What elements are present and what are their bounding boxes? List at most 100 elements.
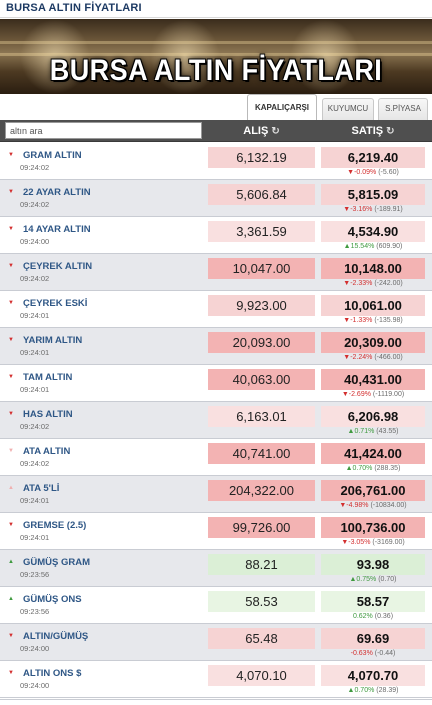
alis-price: 58.53 xyxy=(208,591,315,612)
table-row[interactable]: ▼ YARIM ALTIN 09:24:01 20,093.00 20,309.00 ▼-… xyxy=(0,328,432,365)
table-row[interactable]: ▼ ÇEYREK ALTIN 09:24:02 10,047.00 10,148.00 ▼… xyxy=(0,254,432,291)
change-info: ▲0.75% (0.70) xyxy=(321,575,425,584)
tab-serbest-piyasa[interactable]: S.PİYASA xyxy=(378,98,428,120)
alis-column-label: ALIŞ xyxy=(243,125,269,137)
change-percent: 0.70% xyxy=(354,687,375,694)
satis-price: 206,761.00 xyxy=(321,480,425,501)
change-percent: -2.69% xyxy=(348,391,371,398)
banner-shelf xyxy=(0,41,432,44)
instrument-name-link[interactable]: TAM ALTIN xyxy=(23,372,72,383)
alis-price: 5,606.84 xyxy=(208,184,315,205)
instrument-name-link[interactable]: GREMSE (2.5) xyxy=(23,520,86,531)
instrument-name-link[interactable]: ATA ALTIN xyxy=(23,446,70,457)
search-input[interactable] xyxy=(5,122,202,139)
update-time: 09:24:00 xyxy=(20,237,50,246)
tab-kapalicarsi[interactable]: KAPALIÇARŞI xyxy=(247,94,317,120)
change-info: 0.62% (0.36) xyxy=(321,612,425,621)
trend-triangle-icon: ▲ xyxy=(8,559,14,565)
satis-column-header[interactable]: SATIŞ ↻ xyxy=(321,120,425,142)
banner: BURSA ALTIN FİYATLARI xyxy=(0,19,432,94)
trend-triangle-icon: ▼ xyxy=(8,189,14,195)
change-percent: 0.70% xyxy=(352,465,373,472)
change-info: ▼-0.09% (-5.60) xyxy=(321,168,425,177)
change-info: ▼-4.98% (-10834.00) xyxy=(321,501,425,510)
instrument-name-link[interactable]: ALTIN ONS $ xyxy=(23,668,81,679)
change-info: ▼-3.16% (-189.91) xyxy=(321,205,425,214)
change-percent: -3.16% xyxy=(350,206,373,213)
table-row[interactable]: ▲ GÜMÜŞ ONS 09:23:56 58.53 58.57 0.62% (0.36) xyxy=(0,587,432,624)
change-arrow-icon: ▲ xyxy=(343,243,351,250)
change-amount: (0.70) xyxy=(378,576,397,583)
trend-triangle-icon: ▼ xyxy=(8,670,14,676)
instrument-name-link[interactable]: ÇEYREK ALTIN xyxy=(23,261,92,272)
instrument-name-link[interactable]: YARIM ALTIN xyxy=(23,335,82,346)
trend-triangle-icon: ▼ xyxy=(8,226,14,232)
change-percent: -0.09% xyxy=(354,169,377,176)
instrument-name-link[interactable]: GÜMÜŞ GRAM xyxy=(23,557,90,568)
alis-price: 40,741.00 xyxy=(208,443,315,464)
update-time: 09:24:00 xyxy=(20,681,50,690)
instrument-name-link[interactable]: 22 AYAR ALTIN xyxy=(23,187,91,198)
instrument-name-link[interactable]: GRAM ALTIN xyxy=(23,150,82,161)
table-row[interactable]: ▼ TAM ALTIN 09:24:01 40,063.00 40,431.00 ▼-2.… xyxy=(0,365,432,402)
update-time: 09:24:02 xyxy=(20,422,50,431)
satis-price: 4,070.70 xyxy=(321,665,425,686)
table-row[interactable]: ▼ ALTIN/GÜMÜŞ 09:24:00 65.48 69.69 -0.63% (-0… xyxy=(0,624,432,661)
table-row[interactable]: ▼ 14 AYAR ALTIN 09:24:00 3,361.59 4,534.90 ▲1… xyxy=(0,217,432,254)
market-tabs: KAPALIÇARŞI KUYUMCU S.PİYASA xyxy=(0,94,432,120)
table-row[interactable]: ▼ HAS ALTIN 09:24:02 6,163.01 6,206.98 ▲0.71%… xyxy=(0,402,432,439)
trend-triangle-icon: ▼ xyxy=(8,522,14,528)
change-percent: -3.05% xyxy=(348,539,371,546)
instrument-name-link[interactable]: 14 AYAR ALTIN xyxy=(23,224,91,235)
change-amount: (-1119.00) xyxy=(372,391,405,398)
satis-price: 4,534.90 xyxy=(321,221,425,242)
table-row[interactable]: ▼ GRAM ALTIN 09:24:02 6,132.19 6,219.40 ▼-0.0… xyxy=(0,143,432,180)
trend-triangle-icon: ▼ xyxy=(8,300,14,306)
change-percent: 0.71% xyxy=(354,428,375,435)
table-row[interactable]: ▼ ÇEYREK ESKİ 09:24:01 9,923.00 10,061.00 ▼-1… xyxy=(0,291,432,328)
update-time: 09:23:56 xyxy=(20,607,50,616)
change-percent: 0.75% xyxy=(356,576,377,583)
change-percent: -2.24% xyxy=(350,354,373,361)
trend-triangle-icon: ▼ xyxy=(8,374,14,380)
alis-column-header[interactable]: ALIŞ ↻ xyxy=(208,120,315,142)
alis-price: 20,093.00 xyxy=(208,332,315,353)
update-time: 09:24:01 xyxy=(20,533,50,542)
table-row[interactable]: ▲ ATA 5'Lİ 09:24:01 204,322.00 206,761.00 ▼-4… xyxy=(0,476,432,513)
alis-price: 3,361.59 xyxy=(208,221,315,242)
sort-icon[interactable]: ↻ xyxy=(386,126,394,137)
table-row[interactable]: ▼ GREMSE (2.5) 09:24:01 99,726.00 100,736.00… xyxy=(0,513,432,550)
update-time: 09:24:02 xyxy=(20,200,50,209)
table-row[interactable]: ▼ ALTIN ONS $ 09:24:00 4,070.10 4,070.70 ▲0.7… xyxy=(0,661,432,698)
alis-price: 204,322.00 xyxy=(208,480,315,501)
satis-price: 20,309.00 xyxy=(321,332,425,353)
update-time: 09:24:01 xyxy=(20,348,50,357)
change-percent: 15.54% xyxy=(350,243,375,250)
change-amount: (609.90) xyxy=(376,243,403,250)
instrument-name-link[interactable]: HAS ALTIN xyxy=(23,409,73,420)
satis-price: 40,431.00 xyxy=(321,369,425,390)
change-amount: (-0.44) xyxy=(374,650,396,657)
change-amount: (28.39) xyxy=(376,687,399,694)
instrument-name-link[interactable]: ÇEYREK ESKİ xyxy=(23,298,87,309)
sort-icon[interactable]: ↻ xyxy=(271,126,279,137)
satis-price: 10,148.00 xyxy=(321,258,425,279)
trend-triangle-icon: ▼ xyxy=(8,411,14,417)
change-amount: (0.36) xyxy=(374,613,394,620)
table-row[interactable]: ▼ ATA ALTIN 09:24:02 40,741.00 41,424.00 ▲0.7… xyxy=(0,439,432,476)
satis-price: 6,206.98 xyxy=(321,406,425,427)
tab-kuyumcu[interactable]: KUYUMCU xyxy=(322,98,374,120)
change-amount: (-3169.00) xyxy=(372,539,405,546)
table-row[interactable]: ▲ GÜMÜŞ GRAM 09:23:56 88.21 93.98 ▲0.75% (0.7… xyxy=(0,550,432,587)
change-info: -0.63% (-0.44) xyxy=(321,649,425,658)
instrument-name-link[interactable]: ATA 5'Lİ xyxy=(23,483,59,494)
satis-price: 69.69 xyxy=(321,628,425,649)
instrument-name-link[interactable]: ALTIN/GÜMÜŞ xyxy=(23,631,88,642)
change-amount: (288.35) xyxy=(374,465,401,472)
trend-triangle-icon: ▲ xyxy=(8,596,14,602)
instrument-name-link[interactable]: GÜMÜŞ ONS xyxy=(23,594,82,605)
change-amount: (-189.91) xyxy=(374,206,403,213)
table-row[interactable]: ▼ 22 AYAR ALTIN 09:24:02 5,606.84 5,815.09 ▼-… xyxy=(0,180,432,217)
change-info: ▲0.70% (288.35) xyxy=(321,464,425,473)
alis-price: 6,163.01 xyxy=(208,406,315,427)
